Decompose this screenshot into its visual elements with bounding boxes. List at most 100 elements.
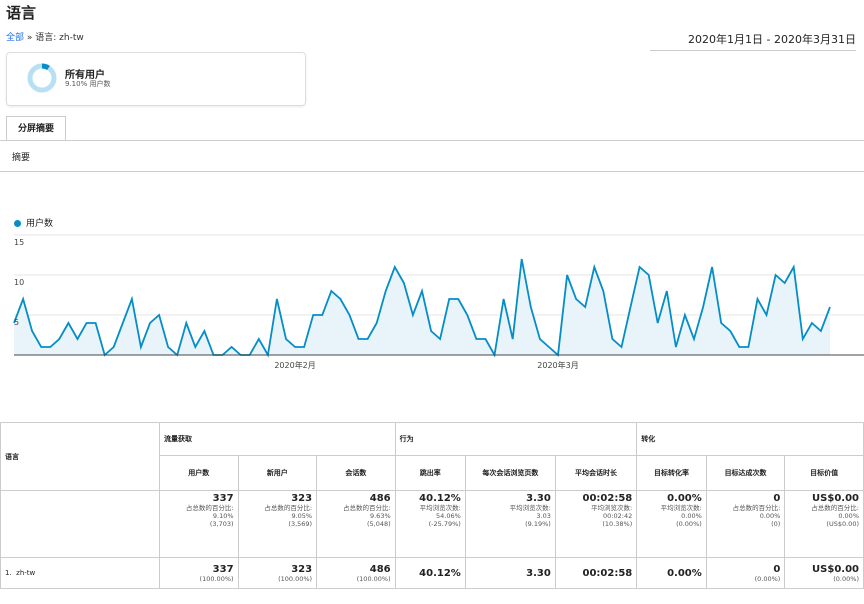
total-value: 00:02:58: [582, 493, 633, 504]
column-header-1[interactable]: 新用户: [237, 455, 318, 491]
total-note: 9.05%: [291, 512, 313, 520]
tab-split-summary[interactable]: 分屏摘要: [6, 116, 66, 141]
group-behavior: 行为: [394, 422, 638, 456]
row-label-link[interactable]: zh-tw: [16, 569, 35, 577]
segment-subtitle: 9.10% 用户数: [65, 80, 111, 88]
row-value: 0.00%: [667, 567, 702, 579]
breadcrumb-current: 语言: zh-tw: [35, 33, 84, 43]
total-note: 3.03: [536, 512, 551, 520]
group-conversion: 转化: [636, 422, 864, 456]
segment-ring-icon: [27, 63, 57, 93]
users-line-chart[interactable]: 15 10 5 2020年2月 2020年3月: [0, 230, 864, 380]
row-cell-4: 3.30: [464, 557, 556, 589]
total-note: 平均浏览次数:: [660, 504, 702, 512]
chart-area-fill: [14, 259, 830, 355]
row-cell-5: 00:02:58: [554, 557, 638, 589]
dimension-header[interactable]: 语言: [0, 422, 160, 491]
column-header-6[interactable]: 目标转化率: [636, 455, 707, 491]
total-note: 占总数的百分比:: [732, 504, 781, 512]
total-note: 占总数的百分比:: [342, 504, 391, 512]
total-note: 00:02:42: [603, 512, 633, 520]
total-cell-4: 3.30 平均浏览次数: 3.03 (9.19%): [464, 490, 556, 558]
x-tick-label: 2020年2月: [274, 360, 315, 370]
total-note: 54.06%: [436, 512, 461, 520]
total-note: 0.00%: [681, 512, 702, 520]
group-acquisition: 流量获取: [159, 422, 396, 456]
total-note: (US$0.00): [826, 520, 859, 528]
row-value: 323: [291, 563, 313, 575]
total-value: US$0.00: [812, 493, 859, 504]
breadcrumb-separator: »: [26, 33, 33, 43]
row-value: 00:02:58: [582, 567, 633, 579]
total-note: 0.00%: [759, 512, 781, 520]
total-cell-1: 323 占总数的百分比: 9.05% (3,569): [237, 490, 318, 558]
total-note: 9.63%: [369, 512, 391, 520]
total-note: 占总数的百分比:: [264, 504, 313, 512]
row-percent: (100.00%): [278, 574, 313, 583]
total-note: 占总数的百分比:: [811, 504, 859, 512]
row-value: US$0.00: [812, 563, 859, 575]
row-cell-7: 0 (0.00%): [705, 557, 786, 589]
row-index: 1.: [5, 569, 12, 577]
legend-dot-icon: [14, 220, 21, 227]
total-cell-2: 486 占总数的百分比: 9.63% (5,048): [316, 490, 396, 558]
row-cell-3: 40.12%: [394, 557, 466, 589]
row-cell-1: 323 (100.00%): [237, 557, 318, 589]
y-tick-label: 10: [14, 278, 24, 287]
total-note: (0): [771, 520, 781, 528]
total-note: 平均浏览次数:: [591, 504, 633, 512]
total-value: 0.00%: [667, 493, 702, 504]
column-header-5[interactable]: 平均会话时长: [554, 455, 638, 491]
data-table: 语言 流量获取 行为 转化 用户数 新用户 会话数 跳出率 每次会话浏览页数 平均会话时长…: [0, 422, 864, 589]
column-header-7[interactable]: 目标达成次数: [705, 455, 786, 491]
column-header-3[interactable]: 跳出率: [394, 455, 466, 491]
column-header-2[interactable]: 会话数: [316, 455, 396, 491]
chart-legend[interactable]: 用户数: [14, 216, 53, 229]
date-range-picker[interactable]: 2020年1月1日 - 2020年3月31日: [650, 30, 856, 51]
legend-label: 用户数: [26, 219, 54, 229]
row-cell-0: 337 (100.00%): [159, 557, 239, 589]
page-title: 语言: [6, 4, 37, 22]
total-value: 337: [212, 493, 234, 504]
column-header-8[interactable]: 目标价值: [784, 455, 864, 491]
total-note: (10.38%): [602, 520, 633, 528]
row-percent: (100.00%): [356, 574, 391, 583]
tab-divider: [0, 140, 864, 141]
total-cell-8: US$0.00 占总数的百分比: 0.00% (US$0.00): [784, 490, 864, 558]
y-tick-label: 5: [14, 318, 19, 327]
total-value: 323: [291, 493, 313, 504]
row-cell-8: US$0.00 (0.00%): [784, 557, 864, 589]
row-cell-6: 0.00%: [636, 557, 707, 589]
total-note: (0.00%): [676, 520, 702, 528]
y-tick-label: 15: [14, 238, 24, 247]
column-header-4[interactable]: 每次会话浏览页数: [464, 455, 556, 491]
total-note: 平均浏览次数:: [419, 504, 461, 512]
total-value: 0: [773, 493, 781, 504]
total-note: (9.19%): [525, 520, 551, 528]
total-cell-3: 40.12% 平均浏览次数: 54.06% (-25.79%): [394, 490, 466, 558]
segment-card[interactable]: 所有用户 9.10% 用户数: [6, 52, 306, 106]
row-percent: (0.00%): [833, 574, 859, 583]
row-percent: (0.00%): [754, 574, 781, 583]
row-value: 337: [212, 563, 234, 575]
summary-subtab[interactable]: 摘要: [12, 150, 30, 163]
total-note: 平均浏览次数:: [509, 504, 551, 512]
row-dimension-cell: 1. zh-tw: [0, 557, 160, 589]
total-note: (3,569): [288, 520, 313, 528]
row-cell-2: 486 (100.00%): [316, 557, 396, 589]
total-note: 0.00%: [838, 512, 859, 520]
total-value: 3.30: [526, 493, 551, 504]
column-header-0[interactable]: 用户数: [159, 455, 239, 491]
row-value: 0: [773, 563, 781, 575]
total-note: (5,048): [366, 520, 391, 528]
total-note: 占总数的百分比:: [185, 504, 234, 512]
total-cell-0: 337 占总数的百分比: 9.10% (3,703): [159, 490, 239, 558]
row-percent: (100.00%): [199, 574, 234, 583]
total-note: (-25.79%): [428, 520, 461, 528]
row-value: 40.12%: [419, 567, 461, 579]
section-divider: [0, 171, 864, 172]
total-cell-7: 0 占总数的百分比: 0.00% (0): [705, 490, 786, 558]
total-cell-5: 00:02:58 平均浏览次数: 00:02:42 (10.38%): [554, 490, 638, 558]
breadcrumb-root-link[interactable]: 全部: [6, 33, 24, 43]
total-cell-6: 0.00% 平均浏览次数: 0.00% (0.00%): [636, 490, 707, 558]
